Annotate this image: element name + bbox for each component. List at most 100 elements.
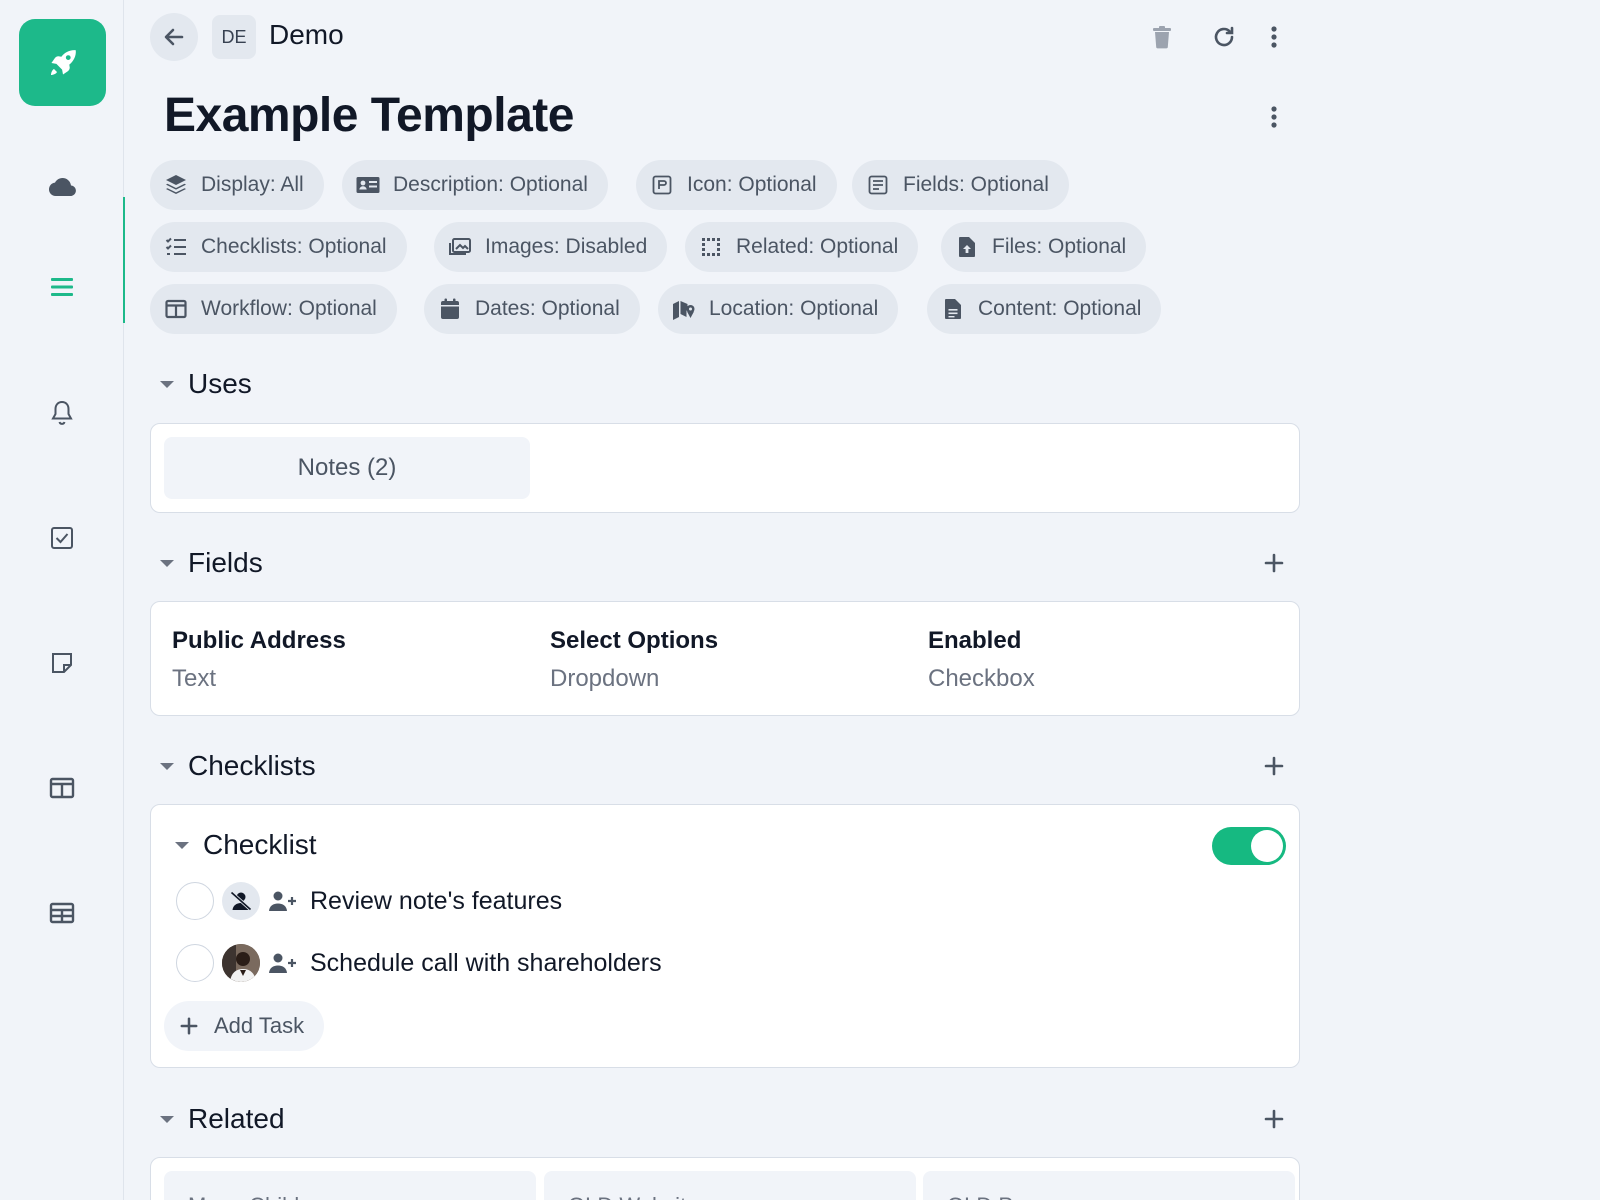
- add-checklist-button[interactable]: [1254, 746, 1294, 786]
- section-title: Related: [188, 1103, 285, 1134]
- avatar[interactable]: [222, 944, 260, 982]
- pill-workflow[interactable]: Workflow: Optional: [150, 284, 397, 334]
- pill-location[interactable]: Location: Optional: [658, 284, 899, 334]
- grid-icon: [699, 235, 723, 259]
- related-item[interactable]: OLD Website: [544, 1171, 916, 1200]
- field-name: Public Address: [172, 627, 346, 654]
- file-upload-icon: [955, 235, 979, 259]
- nav-list[interactable]: [0, 197, 125, 323]
- pill-label: Icon: Optional: [687, 173, 817, 196]
- chevron-down-icon: [160, 559, 174, 567]
- assign-user-button[interactable]: [266, 948, 300, 978]
- related-item[interactable]: Menu Children: [164, 1171, 536, 1200]
- task-checkbox[interactable]: [176, 882, 214, 920]
- plus-icon: [180, 1017, 198, 1035]
- refresh-button[interactable]: [1204, 17, 1244, 57]
- checklist-card: Checklist Review note's features Schedul…: [150, 804, 1300, 1068]
- pill-label: Images: Disabled: [485, 235, 648, 258]
- icon-frame-icon: [650, 173, 674, 197]
- chevron-down-icon: [175, 841, 189, 849]
- nav-board[interactable]: [0, 758, 124, 818]
- pill-label: Dates: Optional: [475, 297, 620, 320]
- back-button[interactable]: [150, 13, 198, 61]
- pill-label: Description: Optional: [393, 173, 588, 196]
- nav-notifications[interactable]: [0, 383, 124, 443]
- user-plus-icon: [269, 953, 296, 973]
- pill-files[interactable]: Files: Optional: [941, 222, 1147, 272]
- add-related-button[interactable]: [1254, 1099, 1294, 1139]
- section-title: Uses: [188, 368, 252, 399]
- add-task-label: Add Task: [214, 1013, 305, 1038]
- pill-label: Checklists: Optional: [201, 235, 387, 258]
- app-logo[interactable]: [19, 19, 106, 106]
- checklist-title: Checklist: [203, 829, 317, 860]
- pill-fields[interactable]: Fields: Optional: [852, 160, 1069, 210]
- task-checkbox[interactable]: [176, 944, 214, 982]
- pill-label: Fields: Optional: [903, 173, 1049, 196]
- assign-user-button[interactable]: [266, 886, 300, 916]
- pill-label: Files: Optional: [992, 235, 1127, 258]
- task-label[interactable]: Review note's features: [310, 887, 562, 916]
- pill-description[interactable]: Description: Optional: [342, 160, 608, 210]
- field-item[interactable]: Select Options Dropdown: [550, 627, 718, 693]
- field-item[interactable]: Public Address Text: [172, 627, 346, 693]
- chevron-down-icon: [160, 1115, 174, 1123]
- user-plus-icon: [269, 891, 296, 911]
- section-fields-header[interactable]: Fields: [160, 547, 263, 579]
- sidebar: [0, 0, 125, 1200]
- pill-content[interactable]: Content: Optional: [927, 284, 1162, 334]
- uses-card: Notes (2): [150, 423, 1300, 513]
- section-title: Fields: [188, 547, 263, 578]
- layers-icon: [164, 173, 188, 197]
- related-item[interactable]: OLD Page: [923, 1171, 1295, 1200]
- checklist-icon: [164, 235, 188, 259]
- fields-card: Public Address Text Select Options Dropd…: [150, 601, 1300, 716]
- uses-item[interactable]: Notes (2): [164, 437, 530, 499]
- section-related-header[interactable]: Related: [160, 1103, 285, 1135]
- nav-notes[interactable]: [0, 633, 124, 693]
- main-content: DE Demo Example Template Display: All De…: [124, 0, 1600, 1200]
- workspace-name[interactable]: Demo: [269, 19, 344, 51]
- plus-icon: [1264, 1109, 1284, 1129]
- workspace-badge[interactable]: DE: [212, 15, 256, 59]
- pill-images[interactable]: Images: Disabled: [434, 222, 668, 272]
- toggle-knob: [1251, 830, 1283, 862]
- columns-icon: [49, 777, 75, 799]
- section-uses-header[interactable]: Uses: [160, 368, 252, 400]
- add-task-button[interactable]: Add Task: [164, 1001, 325, 1051]
- nav-tasks[interactable]: [0, 508, 124, 568]
- pill-display[interactable]: Display: All: [150, 160, 324, 210]
- more-vertical-icon: [1271, 26, 1277, 48]
- section-checklists-header[interactable]: Checklists: [160, 750, 316, 782]
- field-name: Select Options: [550, 627, 719, 654]
- field-item[interactable]: Enabled Checkbox: [928, 627, 1035, 693]
- id-card-icon: [356, 173, 380, 197]
- pill-icon[interactable]: Icon: Optional: [636, 160, 837, 210]
- more-vertical-icon: [1271, 106, 1277, 128]
- table-icon: [49, 902, 75, 924]
- title-more-button[interactable]: [1254, 97, 1294, 137]
- section-title: Checklists: [188, 750, 316, 781]
- pill-label: Display: All: [201, 173, 304, 196]
- nav-cloud[interactable]: [0, 157, 124, 217]
- task-label[interactable]: Schedule call with shareholders: [310, 949, 662, 978]
- checklist-header[interactable]: Checklist: [175, 829, 317, 861]
- delete-button[interactable]: [1142, 17, 1182, 57]
- pill-related[interactable]: Related: Optional: [685, 222, 919, 272]
- rocket-icon: [50, 49, 76, 75]
- unassigned-user-icon[interactable]: [222, 882, 260, 920]
- pill-checklists[interactable]: Checklists: Optional: [150, 222, 407, 272]
- add-field-button[interactable]: [1254, 543, 1294, 583]
- pill-label: Workflow: Optional: [201, 297, 377, 320]
- more-options-button[interactable]: [1254, 17, 1294, 57]
- checklist-toggle[interactable]: [1212, 827, 1286, 865]
- nav-table[interactable]: [0, 883, 124, 943]
- chevron-down-icon: [160, 380, 174, 388]
- pill-dates[interactable]: Dates: Optional: [424, 284, 640, 334]
- pill-label: Content: Optional: [978, 297, 1142, 320]
- chevron-down-icon: [160, 762, 174, 770]
- plus-icon: [1264, 553, 1284, 573]
- map-icon: [672, 297, 696, 321]
- pill-label: Related: Optional: [736, 235, 899, 258]
- cloud-icon: [49, 178, 76, 196]
